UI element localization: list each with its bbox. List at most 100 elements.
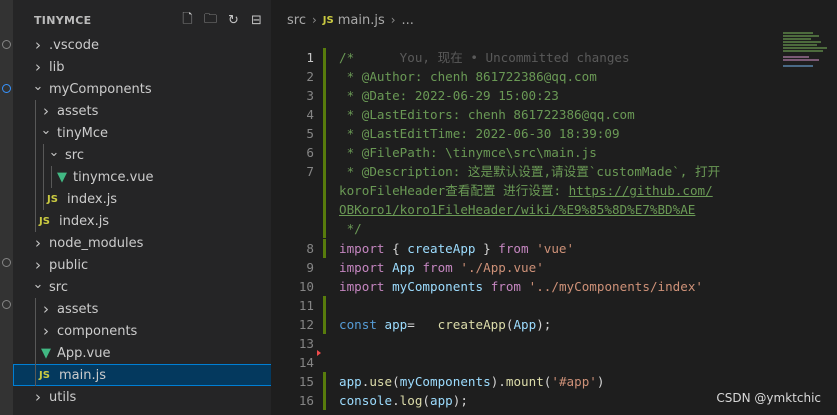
git-added-indicator bbox=[323, 143, 326, 163]
code-line[interactable]: 10 import myComponents from '../myCompone… bbox=[271, 277, 837, 296]
code-token: * @Description: 这是默认设置,请设置`customMade`, … bbox=[339, 164, 721, 180]
file-item[interactable]: JS index.js bbox=[13, 210, 271, 232]
code-text: * @Author: chenh 861722386@qq.com bbox=[339, 67, 597, 86]
line-number: 13 bbox=[298, 335, 314, 351]
new-file-icon[interactable]: 🗋 bbox=[179, 12, 196, 29]
code-line[interactable]: 8 import { createApp } from 'vue' bbox=[271, 238, 837, 258]
code-token: myComponents bbox=[399, 373, 491, 389]
code-token: /* bbox=[339, 50, 355, 65]
code-line[interactable]: 12 const app= createApp(App); bbox=[271, 314, 837, 334]
code-token: mount bbox=[505, 373, 544, 389]
tree-item-label: App.vue bbox=[57, 345, 111, 361]
git-added-indicator bbox=[323, 314, 326, 334]
code-text: console.log(app); bbox=[339, 391, 468, 410]
chevron-right-icon: › bbox=[35, 36, 41, 54]
collapse-all-icon[interactable]: ⊟ bbox=[248, 12, 265, 29]
code-token: ( bbox=[392, 373, 400, 389]
activity-icon[interactable] bbox=[2, 258, 11, 267]
code-line[interactable]: 9 import App from './App.vue' bbox=[271, 258, 837, 277]
folder-item[interactable]: ⌄ src bbox=[13, 276, 271, 298]
indent-guide bbox=[43, 144, 44, 210]
file-item[interactable]: JS index.js bbox=[13, 188, 271, 210]
folder-item[interactable]: ⌄ myComponents bbox=[13, 78, 271, 100]
folder-item[interactable]: › lib bbox=[13, 56, 271, 78]
code-line[interactable]: 2 * @Author: chenh 861722386@qq.com bbox=[271, 67, 837, 87]
code-token: https://github.com/ bbox=[568, 183, 713, 199]
folder-item[interactable]: › .vscode bbox=[13, 34, 271, 56]
code-token: ). bbox=[490, 373, 506, 389]
tree-item-label: lib bbox=[49, 59, 65, 75]
git-added-indicator bbox=[323, 390, 326, 410]
activity-icon[interactable] bbox=[2, 40, 11, 49]
code-line[interactable]: 14 bbox=[271, 353, 837, 372]
code-token: from bbox=[498, 240, 529, 256]
code-line[interactable]: 13 bbox=[271, 334, 837, 353]
git-added-indicator bbox=[323, 124, 326, 144]
code-text: koroFileHeader查看配置 进行设置: https://github.… bbox=[339, 181, 713, 200]
breadcrumb-file[interactable]: main.js bbox=[338, 13, 385, 28]
tree-item-label: src bbox=[49, 279, 68, 295]
line-number: 6 bbox=[306, 145, 314, 161]
git-added-indicator bbox=[323, 200, 326, 220]
code-line[interactable]: 4 * @LastEditors: chenh 861722386@qq.com bbox=[271, 105, 837, 125]
line-number: 12 bbox=[298, 316, 314, 332]
tree-item-label: assets bbox=[57, 103, 99, 119]
line-number: 9 bbox=[306, 259, 314, 275]
minimap[interactable] bbox=[783, 30, 835, 90]
code-token: ( bbox=[422, 392, 431, 408]
breadcrumb-symbol[interactable]: ... bbox=[402, 13, 414, 28]
folder-item[interactable]: › public bbox=[13, 254, 271, 276]
breadcrumb-folder[interactable]: src bbox=[287, 13, 306, 28]
code-line[interactable]: 7 * @Description: 这是默认设置,请设置`customMade`… bbox=[271, 162, 837, 182]
code-line[interactable]: 1 /* You, 现在 • Uncommitted changes bbox=[271, 48, 837, 67]
folder-item[interactable]: › utils bbox=[13, 386, 271, 408]
activity-icon[interactable] bbox=[2, 84, 11, 93]
git-deleted-indicator bbox=[317, 349, 321, 356]
tree-item-label: main.js bbox=[59, 367, 106, 383]
code-token: * @Author: chenh 861722386@qq.com bbox=[339, 69, 597, 85]
code-line[interactable]: 3 * @Date: 2022-06-29 15:00:23 bbox=[271, 86, 837, 106]
code-line[interactable]: 15 app.use(myComponents).mount('#app') bbox=[271, 371, 837, 391]
explorer-sidebar: TINYMCE 🗋 🗀 ↻ ⊟ › .vscode › lib ⌄ myComponents › a… bbox=[13, 0, 271, 415]
code-token: } bbox=[475, 240, 499, 256]
code-line[interactable]: 6 * @FilePath: \tinymce\src\main.js bbox=[271, 143, 837, 163]
file-item[interactable]: ▼ App.vue bbox=[13, 342, 271, 364]
indent-guide bbox=[51, 166, 52, 188]
js-file-icon: JS bbox=[39, 369, 50, 381]
code-line[interactable]: koroFileHeader查看配置 进行设置: https://github.… bbox=[271, 181, 837, 201]
folder-item[interactable]: › node_modules bbox=[13, 232, 271, 254]
new-folder-icon[interactable]: 🗀 bbox=[202, 12, 219, 29]
code-token: myComponents bbox=[392, 278, 484, 294]
folder-item[interactable]: › components bbox=[13, 320, 271, 342]
code-line[interactable]: */ bbox=[271, 219, 837, 239]
folder-item[interactable]: ⌄ tinyMce bbox=[13, 122, 271, 144]
chevron-right-icon: › bbox=[43, 300, 49, 318]
code-line[interactable]: OBKoro1/koro1FileHeader/wiki/%E9%85%8D%E… bbox=[271, 200, 837, 220]
chevron-right-icon: › bbox=[35, 58, 41, 76]
line-number: 11 bbox=[298, 297, 314, 313]
code-line[interactable]: 17 bbox=[271, 410, 837, 415]
folder-item[interactable]: ⌄ src bbox=[13, 144, 271, 166]
code-line[interactable]: 5 * @LastEditTime: 2022-06-30 18:39:09 bbox=[271, 124, 837, 144]
code-token: { bbox=[384, 240, 408, 256]
chevron-right-icon: › bbox=[43, 102, 49, 120]
watermark: CSDN @ymktchic bbox=[716, 391, 821, 405]
chevron-down-icon: ⌄ bbox=[32, 276, 44, 292]
refresh-icon[interactable]: ↻ bbox=[225, 12, 242, 29]
folder-item[interactable]: › assets bbox=[13, 298, 271, 320]
tree-item-label: tinymce.vue bbox=[73, 169, 154, 185]
code-token: * @FilePath: \tinymce\src\main.js bbox=[339, 145, 597, 161]
line-number: 4 bbox=[306, 107, 314, 123]
code-text: import App from './App.vue' bbox=[339, 258, 544, 277]
code-token: koroFileHeader查看配置 进行设置: bbox=[339, 183, 569, 199]
activity-icon[interactable] bbox=[2, 300, 11, 309]
git-added-indicator bbox=[323, 48, 326, 67]
file-item[interactable]: JS main.js bbox=[13, 364, 271, 386]
git-added-indicator bbox=[323, 295, 326, 315]
git-added-indicator bbox=[323, 105, 326, 125]
code-line[interactable]: 11 bbox=[271, 295, 837, 315]
git-added-indicator bbox=[323, 86, 326, 106]
folder-item[interactable]: › assets bbox=[13, 100, 271, 122]
